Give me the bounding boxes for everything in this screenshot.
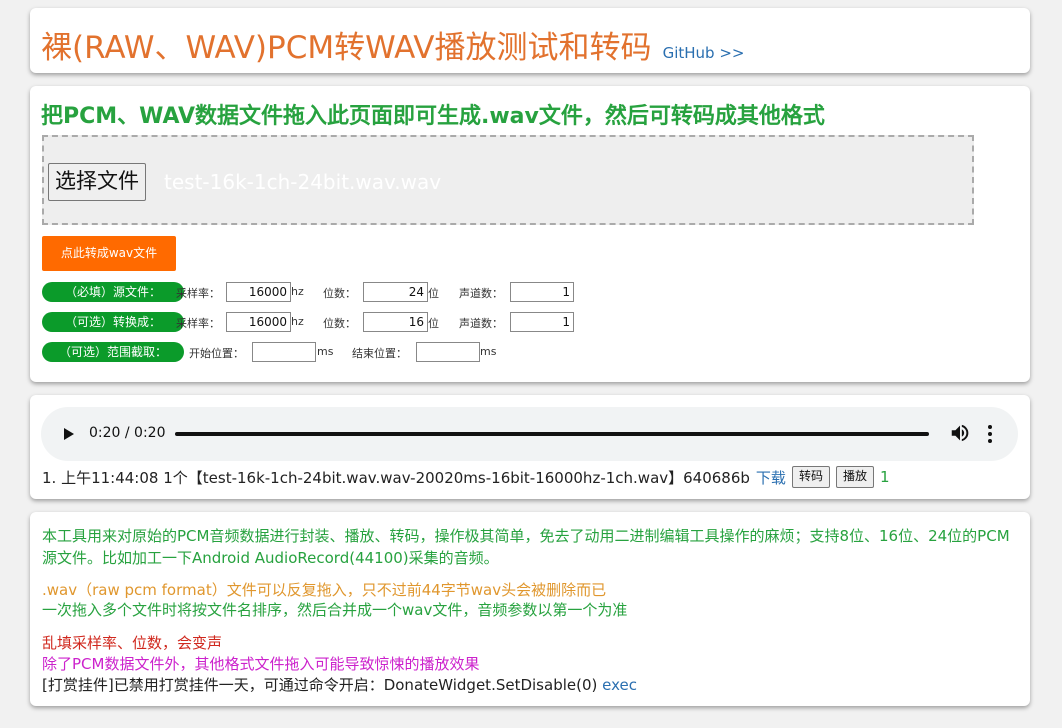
info-donate-line: [打赏挂件]已禁用打赏挂件一天，可通过命令开启：DonateWidget.Set…	[42, 674, 637, 696]
target-channels-input[interactable]: 1	[510, 312, 574, 332]
target-bits-input[interactable]: 16	[363, 312, 428, 332]
info-wav-note: .wav（raw pcm format）文件可以反复拖入，只不过前44字节wav…	[42, 581, 607, 599]
source-sample-rate-input[interactable]: 16000	[226, 282, 291, 302]
title-card: 裸(RAW、WAV)PCM转WAV播放测试和转码 GitHub >>	[30, 8, 1030, 73]
record-file-info: 【test-16k-1ch-24bit.wav.wav-20020ms-16bi…	[187, 468, 750, 487]
info-format-warning: 除了PCM数据文件外，其他格式文件拖入可能导致惊悚的播放效果	[42, 655, 480, 673]
page-title: 裸(RAW、WAV)PCM转WAV播放测试和转码	[41, 30, 652, 66]
range-start-input[interactable]	[252, 342, 316, 362]
target-hz-unit: hz	[291, 315, 304, 328]
audio-progress-bar[interactable]	[175, 432, 929, 436]
drop-zone[interactable]: 选择文件 test-16k-1ch-24bit.wav.wav	[42, 135, 974, 225]
info-description: 本工具用来对原始的PCM音频数据进行封装、播放、转码，操作极其简单，免去了动用二…	[42, 527, 1010, 567]
volume-icon[interactable]	[949, 421, 971, 445]
target-bits-label: 位数：	[323, 317, 356, 330]
info-merge-note: 一次拖入多个文件时将按文件名排序，然后合并成一个wav文件，音频参数以第一个为准	[42, 601, 628, 619]
source-file-label: （必填）源文件：	[42, 282, 184, 302]
play-icon[interactable]	[64, 428, 74, 440]
target-label: （可选）转换成：	[42, 312, 184, 332]
transcode-button[interactable]: 转码	[791, 466, 830, 488]
drop-heading: 把PCM、WAV数据文件拖入此页面即可生成.wav文件，然后可转码成其他格式	[41, 104, 825, 129]
source-channels-label: 声道数：	[459, 287, 503, 300]
range-start-unit: ms	[317, 345, 334, 358]
download-link[interactable]: 下载	[756, 467, 786, 488]
target-sample-rate-input[interactable]: 16000	[226, 312, 291, 332]
info-warning: 乱填采样率、位数，会变声	[42, 634, 223, 652]
range-label: （可选）范围截取：	[42, 342, 184, 362]
github-link[interactable]: GitHub >>	[663, 44, 745, 62]
audio-time: 0:20 / 0:20	[89, 425, 166, 441]
source-bits-unit: 位	[428, 287, 439, 300]
range-end-unit: ms	[480, 345, 497, 358]
audio-player: 0:20 / 0:20	[41, 407, 1018, 461]
source-bits-input[interactable]: 24	[363, 282, 428, 302]
range-start-label: 开始位置：	[189, 347, 244, 360]
source-channels-input[interactable]: 1	[510, 282, 574, 302]
target-channels-label: 声道数：	[459, 317, 503, 330]
choose-file-button[interactable]: 选择文件	[48, 163, 146, 201]
play-button[interactable]: 播放	[835, 466, 874, 488]
more-options-icon[interactable]	[987, 423, 993, 445]
selected-file-name: test-16k-1ch-24bit.wav.wav	[164, 170, 442, 194]
converter-card: 把PCM、WAV数据文件拖入此页面即可生成.wav文件，然后可转码成其他格式 选…	[30, 86, 1030, 382]
range-end-label: 结束位置：	[352, 347, 407, 360]
exec-link[interactable]: exec	[602, 676, 637, 694]
record-prefix: 1. 上午11:44:08 1个	[42, 468, 188, 487]
donate-text: [打赏挂件]已禁用打赏挂件一天，可通过命令开启：DonateWidget.Set…	[42, 676, 598, 694]
source-bits-label: 位数：	[323, 287, 356, 300]
range-end-input[interactable]	[416, 342, 480, 362]
record-row: 1. 上午11:44:08 1个 【test-16k-1ch-24bit.wav…	[42, 465, 890, 489]
convert-to-wav-button[interactable]: 点此转成wav文件	[42, 236, 176, 271]
target-bits-unit: 位	[428, 317, 439, 330]
player-card: 0:20 / 0:20 1. 上午11:44:08 1个 【test-16k-1…	[30, 395, 1030, 499]
source-hz-unit: hz	[291, 285, 304, 298]
info-card: 本工具用来对原始的PCM音频数据进行封装、播放、转码，操作极其简单，免去了动用二…	[30, 512, 1030, 706]
target-sample-rate-label: 采样率：	[176, 317, 220, 330]
source-sample-rate-label: 采样率：	[176, 287, 220, 300]
title-row: 裸(RAW、WAV)PCM转WAV播放测试和转码 GitHub >>	[41, 22, 744, 67]
record-count: 1	[879, 468, 890, 486]
